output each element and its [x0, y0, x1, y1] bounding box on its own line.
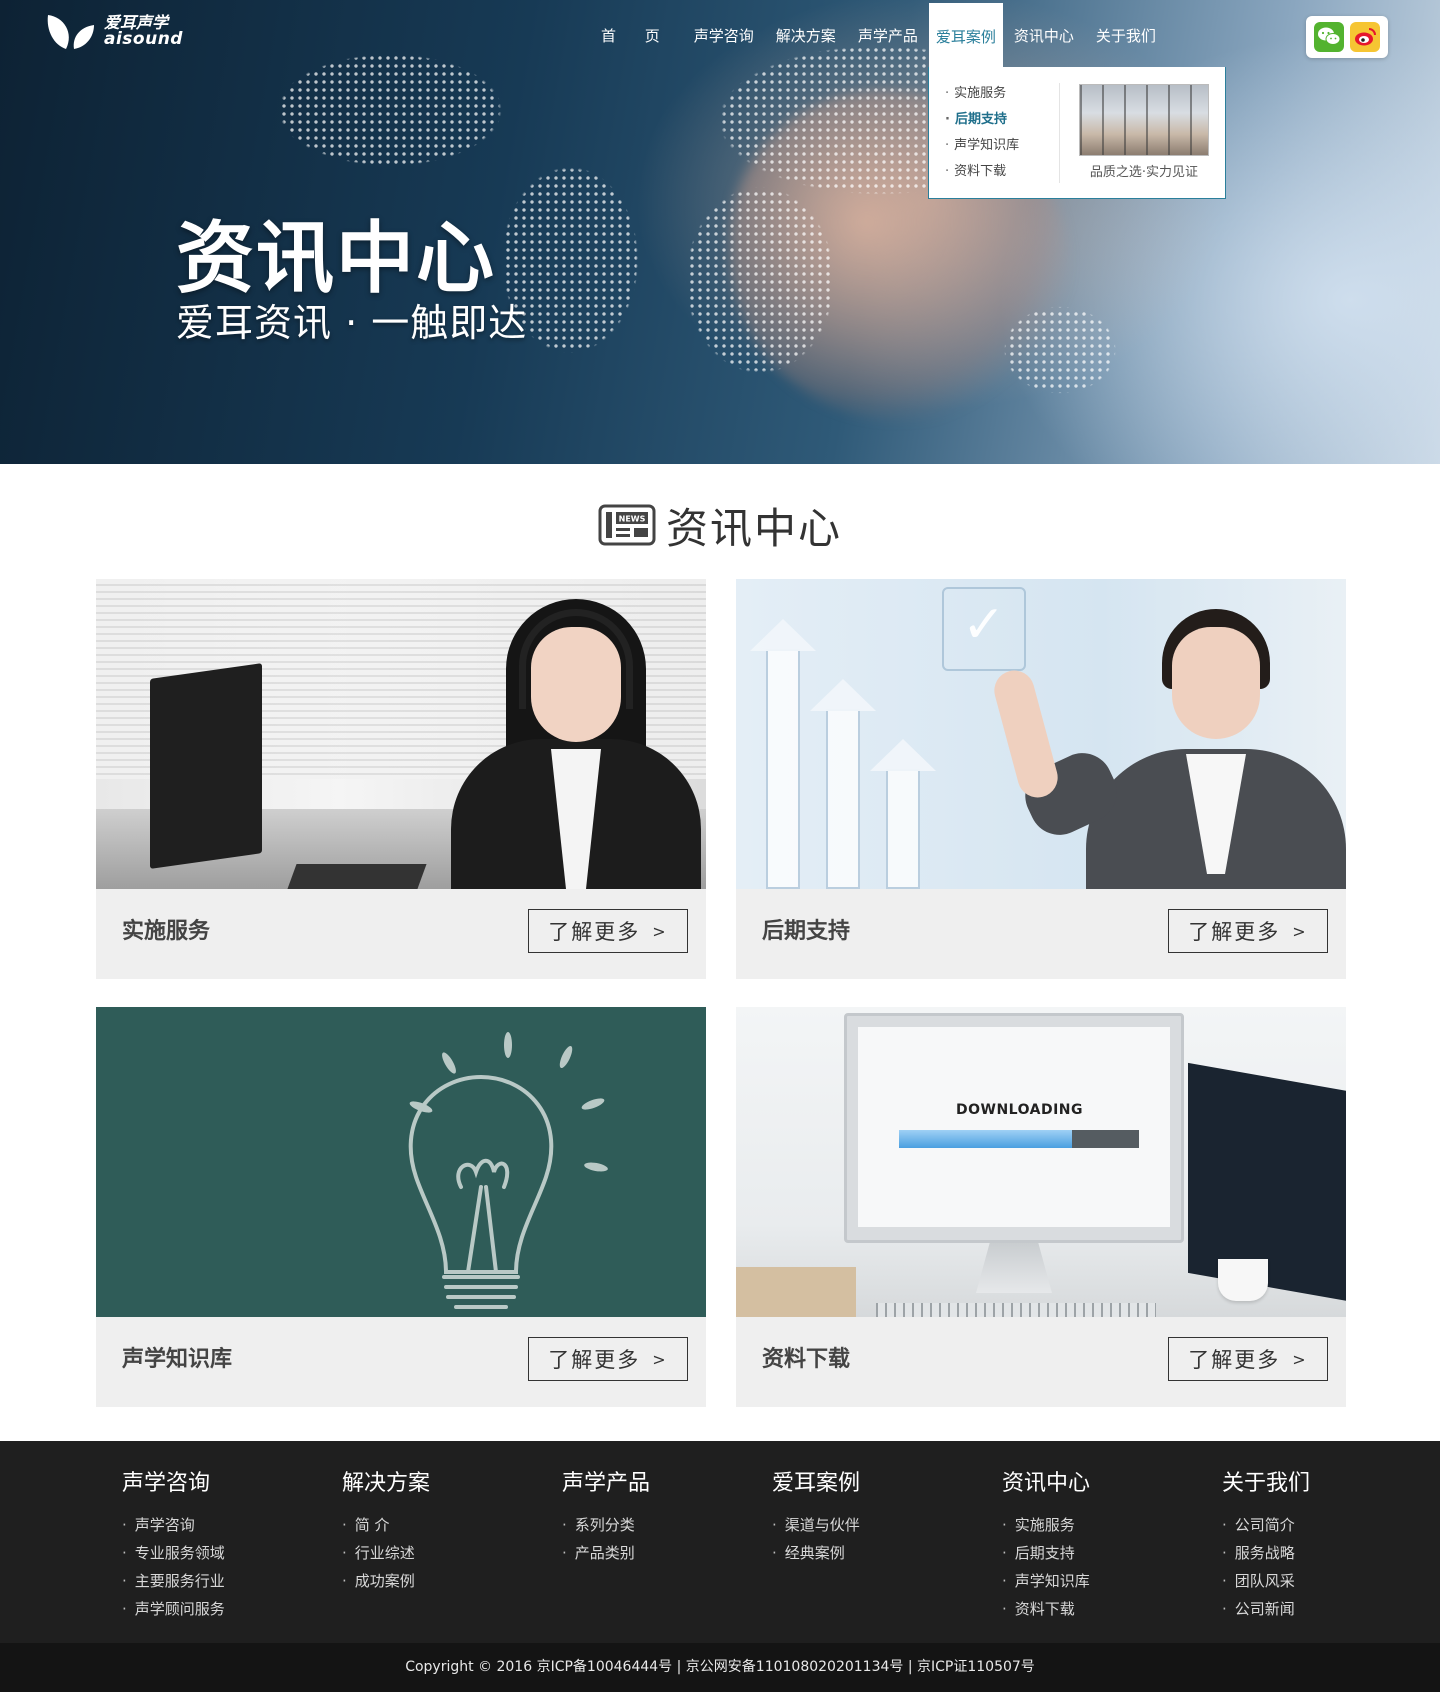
person-headset-image — [451, 599, 701, 889]
footer-column-solutions: 解决方案 简 介 行业综述 成功案例 — [342, 1465, 430, 1595]
footer-link[interactable]: 公司简介 — [1222, 1511, 1310, 1539]
nav-home[interactable]: 首 页 — [590, 0, 683, 70]
weibo-icon[interactable] — [1350, 22, 1380, 52]
logo[interactable]: 爱耳声学 aisound — [44, 10, 184, 52]
monitor-stand — [976, 1243, 1052, 1293]
card-title: 声学知识库 — [122, 1347, 233, 1372]
person-pointing-image — [989, 599, 1346, 889]
downloading-text: DOWNLOADING — [956, 1102, 1084, 1118]
footer-link[interactable]: 声学顾问服务 — [122, 1595, 225, 1623]
footer-column-news: 资讯中心 实施服务 后期支持 声学知识库 资料下载 — [1002, 1465, 1090, 1623]
leaf-logo-icon — [47, 15, 94, 49]
learn-more-label: 了解更多 — [1188, 920, 1281, 944]
footer-column-title[interactable]: 解决方案 — [342, 1465, 430, 1497]
learn-more-button[interactable]: 了解更多 > — [528, 1337, 688, 1381]
card-support: 后期支持 了解更多 > — [736, 579, 1346, 979]
nav-acoustic-consulting[interactable]: 声学咨询 — [683, 0, 765, 70]
nav-solutions[interactable]: 解决方案 — [765, 0, 847, 70]
footer-link[interactable]: 渠道与伙伴 — [772, 1511, 860, 1539]
footer-link[interactable]: 经典案例 — [772, 1539, 860, 1567]
learn-more-button[interactable]: 了解更多 > — [528, 909, 688, 953]
footer-link[interactable]: 简 介 — [342, 1511, 430, 1539]
footer-link[interactable]: 资料下载 — [1002, 1595, 1090, 1623]
cases-dropdown-menu: 实施服务 后期支持 声学知识库 资料下载 品质之选·实力见证 — [928, 67, 1226, 199]
footer-link[interactable]: 专业服务领域 — [122, 1539, 225, 1567]
download-progress-bar — [899, 1130, 1139, 1148]
main-nav: 首 页 声学咨询 解决方案 声学产品 爱耳案例 资讯中心 关于我们 — [590, 0, 1167, 70]
footer-column-consulting: 声学咨询 声学咨询 专业服务领域 主要服务行业 声学顾问服务 — [122, 1465, 225, 1623]
lightbulb-icon — [408, 1032, 608, 1309]
footer-link[interactable]: 主要服务行业 — [122, 1567, 225, 1595]
section-heading: NEWS 资讯中心 — [598, 500, 842, 553]
dropdown-thumbnail-caption: 品质之选·实力见证 — [1089, 165, 1199, 180]
card-title: 后期支持 — [762, 919, 851, 944]
dropdown-item-implementation[interactable]: 实施服务 — [945, 81, 1019, 107]
card-image-customer-service[interactable] — [96, 579, 706, 889]
logo-text: 爱耳声学 aisound — [104, 14, 183, 49]
footer-column-title[interactable]: 关于我们 — [1222, 1465, 1310, 1497]
footer-column-products: 声学产品 系列分类 产品类别 — [562, 1465, 650, 1567]
card-title: 实施服务 — [122, 919, 211, 944]
dropdown-list: 实施服务 后期支持 声学知识库 资料下载 — [945, 81, 1019, 185]
card-title: 资料下载 — [762, 1347, 851, 1372]
dropdown-item-support[interactable]: 后期支持 — [945, 107, 1019, 133]
learn-more-label: 了解更多 — [548, 920, 641, 944]
footer-column-title[interactable]: 资讯中心 — [1002, 1465, 1090, 1497]
dropdown-item-downloads[interactable]: 资料下载 — [945, 159, 1019, 185]
chevron-right-icon: > — [1292, 921, 1308, 941]
chevron-right-icon: > — [652, 1349, 668, 1369]
logo-en: aisound — [104, 28, 183, 49]
dropdown-divider — [1059, 83, 1060, 183]
footer-column-about: 关于我们 公司简介 服务战略 团队风采 公司新闻 — [1222, 1465, 1310, 1623]
footer-link[interactable]: 行业综述 — [342, 1539, 430, 1567]
chevron-right-icon: > — [1292, 1349, 1308, 1369]
box-image — [736, 1267, 856, 1317]
card-image-touch-screen[interactable] — [736, 579, 1346, 889]
learn-more-label: 了解更多 — [1188, 1348, 1281, 1372]
footer-column-title[interactable]: 声学咨询 — [122, 1465, 225, 1497]
dropdown-item-knowledge-base[interactable]: 声学知识库 — [945, 133, 1019, 159]
learn-more-label: 了解更多 — [548, 1348, 641, 1372]
nav-products[interactable]: 声学产品 — [847, 0, 929, 70]
footer-column-cases: 爱耳案例 渠道与伙伴 经典案例 — [772, 1465, 860, 1567]
footer: 声学咨询 声学咨询 专业服务领域 主要服务行业 声学顾问服务 解决方案 简 介 … — [0, 1441, 1440, 1643]
card-image-chalkboard[interactable] — [96, 1007, 706, 1317]
footer-link[interactable]: 声学知识库 — [1002, 1567, 1090, 1595]
download-progress-fill — [899, 1130, 1072, 1148]
dropdown-thumbnail[interactable] — [1079, 84, 1209, 156]
card-downloads: DOWNLOADING 资料下载 了解更多 > — [736, 1007, 1346, 1407]
footer-link[interactable]: 实施服务 — [1002, 1511, 1090, 1539]
newspaper-icon: NEWS — [598, 504, 656, 546]
nav-news-center[interactable]: 资讯中心 — [1003, 0, 1085, 70]
monitor-icon — [150, 663, 262, 869]
newspaper-icon-text: NEWS — [619, 515, 646, 524]
footer-column-title[interactable]: 爱耳案例 — [772, 1465, 860, 1497]
learn-more-button[interactable]: 了解更多 > — [1168, 909, 1328, 953]
footer-column-title[interactable]: 声学产品 — [562, 1465, 650, 1497]
keyboard-image — [876, 1303, 1156, 1317]
section-title: 资讯中心 — [666, 503, 843, 553]
wechat-icon[interactable] — [1314, 22, 1344, 52]
footer-link[interactable]: 成功案例 — [342, 1567, 430, 1595]
learn-more-button[interactable]: 了解更多 > — [1168, 1337, 1328, 1381]
cup-icon — [1218, 1259, 1268, 1301]
footer-link[interactable]: 产品类别 — [562, 1539, 650, 1567]
nav-cases[interactable]: 爱耳案例 — [928, 3, 1003, 70]
footer-link[interactable]: 服务战略 — [1222, 1539, 1310, 1567]
footer-link[interactable]: 后期支持 — [1002, 1539, 1090, 1567]
card-knowledge-base: 声学知识库 了解更多 > — [96, 1007, 706, 1407]
social-links — [1306, 16, 1388, 58]
footer-link[interactable]: 公司新闻 — [1222, 1595, 1310, 1623]
hero-subtitle: 爱耳资讯 · 一触即达 — [176, 301, 528, 345]
card-implementation: 实施服务 了解更多 > — [96, 579, 706, 979]
copyright-bar: Copyright © 2016 京ICP备10046444号 | 京公网安备1… — [0, 1643, 1440, 1692]
footer-link[interactable]: 声学咨询 — [122, 1511, 225, 1539]
footer-link[interactable]: 系列分类 — [562, 1511, 650, 1539]
nav-about-us[interactable]: 关于我们 — [1085, 0, 1167, 70]
card-image-downloading[interactable]: DOWNLOADING — [736, 1007, 1346, 1317]
footer-link[interactable]: 团队风采 — [1222, 1567, 1310, 1595]
monitor-screen — [858, 1027, 1170, 1227]
chevron-right-icon: > — [652, 921, 668, 941]
